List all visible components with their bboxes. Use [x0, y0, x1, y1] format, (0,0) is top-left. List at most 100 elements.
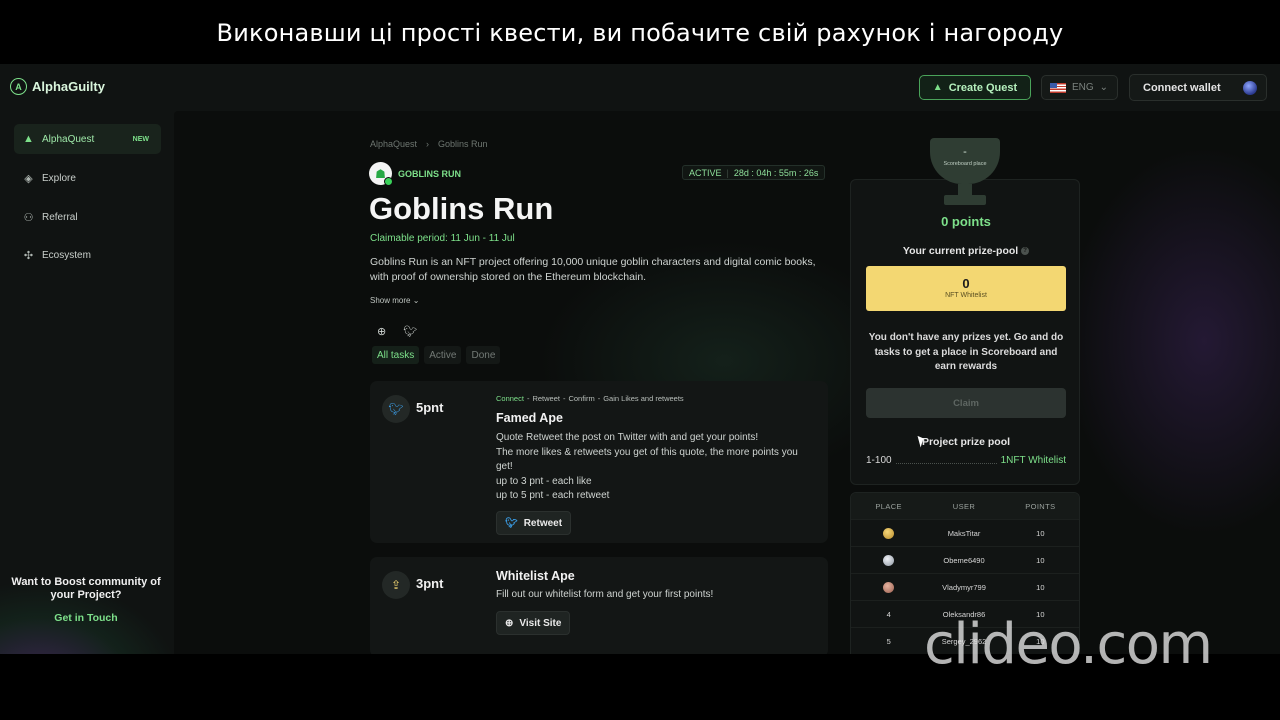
- sidebar-item-label: Referral: [42, 211, 78, 223]
- ecosystem-icon: ✣: [23, 249, 34, 262]
- prize-pool-box: 0 NFT Whitelist: [866, 266, 1066, 311]
- sidebar-item-alphaquest[interactable]: ▲ AlphaQuest NEW: [14, 124, 161, 154]
- task-description: Quote Retweet the post on Twitter with a…: [496, 431, 816, 504]
- app-window: A AlphaGuilty ▲ Create Quest ENG ⌄ Conne…: [0, 64, 1280, 654]
- points-cell: 10: [1036, 528, 1045, 538]
- boost-promo: Want to Boost community of your Project?…: [10, 576, 162, 624]
- language-label: ENG: [1072, 82, 1094, 93]
- retweet-label: Retweet: [523, 517, 563, 529]
- task-card-whitelist-ape: ⇪ 3pnt Whitelist Ape Fill out our whitel…: [370, 557, 828, 654]
- chevron-down-icon: ⌄: [412, 296, 420, 305]
- show-more-label: Show more: [370, 296, 411, 305]
- place-cell: [851, 527, 926, 539]
- tab-done[interactable]: Done: [466, 346, 501, 364]
- task-text-line: up to 3 pnt - each like: [496, 475, 592, 487]
- gold-medal-icon: [883, 527, 895, 539]
- logo[interactable]: A AlphaGuilty: [10, 78, 105, 95]
- table-row: Obeme6490 10: [851, 546, 1079, 573]
- retweet-button[interactable]: 🐦︎ Retweet: [496, 511, 572, 535]
- place-cell: 5: [886, 636, 891, 646]
- prize-pool-type: NFT Whitelist: [945, 292, 987, 299]
- claim-button[interactable]: Claim: [866, 388, 1066, 418]
- step-separator: -: [597, 394, 601, 403]
- task-text-line: Fill out our whitelist form and get your…: [496, 589, 714, 600]
- prize-range: 1-100: [866, 455, 892, 466]
- trophy-icon: - Scoreboard place: [930, 138, 1000, 210]
- project-description: Goblins Run is an NFT project offering 1…: [370, 256, 816, 283]
- language-select[interactable]: ENG ⌄: [1041, 75, 1118, 100]
- new-badge: NEW: [132, 135, 149, 143]
- sidebar: ▲ AlphaQuest NEW ◈ Explore ⚇ Referral ✣ …: [0, 110, 180, 654]
- twitter-icon[interactable]: 🐦︎: [403, 325, 417, 338]
- twitter-icon: 🐦︎: [382, 395, 410, 423]
- top-bar: A AlphaGuilty ▲ Create Quest ENG ⌄ Conne…: [0, 64, 1280, 110]
- create-quest-label: Create Quest: [948, 81, 1018, 94]
- task-steps: Connect - Retweet - Confirm - Gain Likes an…: [496, 394, 684, 403]
- sidebar-item-label: AlphaQuest: [42, 133, 95, 145]
- watermark: clideo.com: [924, 612, 1213, 677]
- info-icon[interactable]: ?: [1021, 247, 1030, 256]
- user-cell: Vladymyr799: [942, 582, 986, 592]
- dotted-leader: [895, 457, 997, 464]
- place-cell: 4: [886, 609, 891, 619]
- show-more-button[interactable]: Show more ⌄: [370, 296, 419, 305]
- website-globe-icon[interactable]: ⊕: [377, 325, 386, 338]
- project-prize-pool-label: Project prize pool: [921, 436, 1011, 448]
- user-cell: MaksTitar: [947, 528, 981, 538]
- scoreboard-place-value: -: [963, 146, 967, 158]
- sidebar-item-label: Explore: [42, 172, 76, 184]
- main-panel: AlphaQuest › Goblins Run ☗ GOBLINS RUN A…: [174, 111, 1280, 654]
- task-step: Gain Likes and retweets: [603, 394, 684, 403]
- connect-wallet-button[interactable]: Connect wallet: [1129, 74, 1267, 101]
- claimable-period: Claimable period: 11 Jun - 11 Jul: [370, 233, 515, 244]
- explore-icon: ◈: [24, 172, 33, 185]
- prize-pool-label-text: Your current prize-pool: [902, 245, 1019, 257]
- bronze-medal-icon: [883, 581, 895, 593]
- status-text: ACTIVE: [689, 167, 722, 178]
- task-title: Whitelist Ape: [496, 569, 575, 583]
- step-separator: -: [562, 394, 566, 403]
- globe-icon: ⊕: [505, 617, 514, 629]
- column-header: USER: [952, 501, 976, 511]
- sidebar-item-ecosystem[interactable]: ✣ Ecosystem: [14, 240, 161, 270]
- alpha-icon: ▲: [23, 133, 34, 145]
- sidebar-item-explore[interactable]: ◈ Explore: [14, 163, 161, 193]
- project-name[interactable]: GOBLINS RUN: [398, 169, 461, 179]
- logo-icon: A: [10, 78, 27, 95]
- triangle-icon: ▲: [932, 82, 943, 93]
- points-cell: 10: [1036, 555, 1045, 565]
- task-tabs: All tasks Active Done: [372, 346, 501, 364]
- prize-pool-row: 1-100 1NFT Whitelist: [866, 455, 1066, 466]
- task-title: Famed Ape: [496, 411, 563, 425]
- project-header: ☗ GOBLINS RUN: [369, 162, 461, 186]
- task-card-famed-ape: 🐦︎ 5pnt Connect - Retweet - Confirm - Gain …: [370, 381, 828, 543]
- chevron-right-icon: ›: [426, 139, 430, 149]
- task-text-line: The more likes & retweets you get of thi…: [496, 446, 798, 473]
- prize-pool-value: 0: [962, 276, 970, 291]
- column-header: PLACE: [875, 501, 902, 511]
- create-quest-button[interactable]: ▲ Create Quest: [919, 75, 1031, 100]
- countdown: 28d : 04h : 55m : 26s: [733, 167, 819, 178]
- tab-all-tasks[interactable]: All tasks: [372, 346, 420, 364]
- visit-site-label: Visit Site: [519, 617, 562, 629]
- task-text-line: Quote Retweet the post on Twitter with a…: [496, 432, 759, 443]
- prize-pool-label: Your current prize-pool ?: [851, 245, 1081, 257]
- breadcrumb-root[interactable]: AlphaQuest: [370, 139, 417, 149]
- breadcrumb-current: Goblins Run: [438, 139, 488, 149]
- sidebar-item-referral[interactable]: ⚇ Referral: [14, 202, 161, 232]
- divider: |: [726, 167, 729, 178]
- project-avatar: ☗: [369, 162, 393, 186]
- get-in-touch-link[interactable]: Get in Touch: [10, 612, 162, 624]
- silver-medal-icon: [883, 554, 895, 566]
- step-separator: -: [526, 394, 530, 403]
- visit-site-button[interactable]: ⊕ Visit Site: [496, 611, 571, 635]
- prize-card: 0 points Your current prize-pool ? 0 NFT…: [850, 179, 1080, 485]
- background-glow: [1054, 131, 1280, 551]
- place-cell: [851, 554, 926, 566]
- us-flag-icon: [1050, 82, 1066, 93]
- upload-icon: ⇪: [382, 571, 410, 599]
- trophy-cup: - Scoreboard place: [930, 138, 1000, 184]
- logo-text: AlphaGuilty: [32, 79, 105, 94]
- boost-title: Want to Boost community of your Project?: [11, 576, 161, 601]
- tab-active[interactable]: Active: [424, 346, 462, 364]
